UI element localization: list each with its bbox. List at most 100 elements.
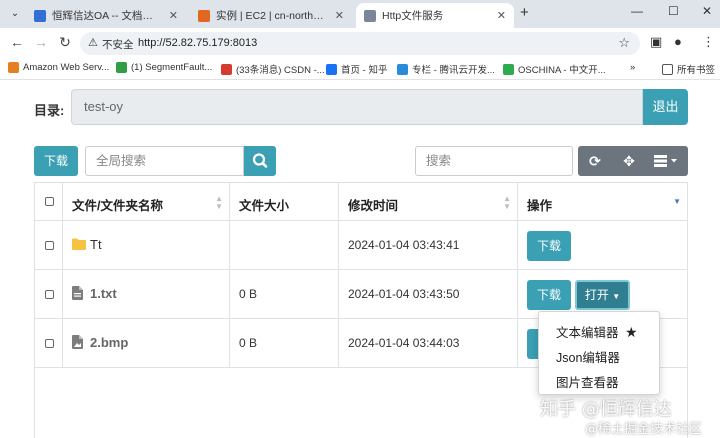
dropdown-item-json-editor[interactable]: Json编辑器	[556, 347, 620, 366]
mtime-cell: 2024-01-04 03:43:50	[339, 270, 518, 318]
tab-close-icon[interactable]: ✕	[169, 9, 178, 22]
actions-cell: 下载	[518, 221, 687, 269]
header-size[interactable]: 文件大小	[230, 183, 339, 220]
forward-icon[interactable]: →	[32, 34, 50, 50]
columns-icon	[654, 155, 677, 167]
table-empty-area	[35, 368, 36, 438]
all-bookmarks[interactable]: 所有书签	[662, 62, 715, 76]
dropdown-item-label: 文本编辑器	[556, 326, 619, 340]
header-name[interactable]: 文件/文件夹名称 ▲ ▼	[63, 183, 230, 220]
bookmark-label: (33条消息) CSDN -...	[236, 65, 325, 76]
global-search-button[interactable]	[244, 146, 276, 176]
folder-icon	[662, 63, 673, 75]
zhihu-icon	[326, 63, 337, 75]
table-row[interactable]: Tt 2024-01-04 03:43:41 下载	[35, 221, 687, 270]
bookmark-zhihu[interactable]: 首页 - 知乎	[326, 62, 387, 76]
back-icon[interactable]: ←	[8, 34, 26, 50]
mtime-cell: 2024-01-04 03:44:03	[339, 319, 518, 367]
table-toolbar-group: ⟳ ✥	[578, 146, 688, 176]
tab-close-icon[interactable]: ✕	[335, 9, 344, 22]
folder-name[interactable]: Tt	[90, 237, 102, 252]
name-cell: Tt	[63, 221, 230, 269]
row-checkbox[interactable]	[45, 290, 54, 299]
tab-close-icon[interactable]: ✕	[497, 9, 506, 22]
aws-icon	[8, 62, 19, 73]
size-cell	[230, 221, 339, 269]
open-dropdown-menu: 文本编辑器 ★ Json编辑器 图片查看器	[538, 311, 660, 395]
caret-down-icon: ▼	[612, 292, 621, 301]
logout-button[interactable]: 退出	[643, 89, 688, 125]
bookmark-label: 专栏 - 腾讯云开发...	[412, 65, 495, 76]
tencent-cloud-icon	[397, 63, 408, 75]
fullscreen-move-icon[interactable]: ✥	[612, 146, 646, 176]
url-text[interactable]: http://52.82.75.179:8013	[138, 37, 257, 49]
file-size: 0 B	[239, 336, 258, 350]
header-actions[interactable]: 操作 ▼	[518, 183, 687, 220]
sidebar-icon[interactable]: ▣	[650, 34, 662, 50]
close-window-icon[interactable]: ✕	[702, 4, 712, 18]
insecure-label[interactable]: 不安全	[102, 37, 134, 52]
bookmark-segmentfault[interactable]: (1) SegmentFault...	[116, 62, 212, 73]
profile-icon[interactable]: ●	[674, 34, 682, 49]
tab-title: Http文件服务	[382, 10, 444, 22]
bookmark-label: 所有书签	[677, 65, 716, 76]
dir-input[interactable]: test-oy	[71, 89, 643, 125]
row-select-cell	[35, 221, 63, 269]
bookmark-aws[interactable]: Amazon Web Serv...	[8, 62, 109, 73]
oschina-icon	[503, 63, 514, 75]
bookmarks-bar: Amazon Web Serv... (1) SegmentFault... (…	[0, 58, 720, 80]
csdn-icon	[221, 63, 232, 75]
select-all-checkbox[interactable]	[45, 197, 54, 206]
bookmark-label: 首页 - 知乎	[341, 65, 388, 76]
file-name[interactable]: 1.txt	[90, 286, 117, 301]
maximize-icon[interactable]: ☐	[668, 4, 679, 18]
new-tab-icon[interactable]: +	[520, 4, 529, 21]
size-cell: 0 B	[230, 270, 339, 318]
modified-time: 2024-01-04 03:43:41	[348, 238, 460, 252]
browser-tab-ec2[interactable]: 实例 | EC2 | cn-northwest-1 ✕	[190, 3, 352, 28]
browser-tab-http[interactable]: Http文件服务 ✕	[356, 3, 514, 28]
tab-title: 恒辉信达OA -- 文档管理	[52, 10, 163, 22]
folder-icon	[72, 238, 86, 250]
dropdown-item-text-editor[interactable]: 文本编辑器 ★	[556, 322, 638, 341]
bookmarks-more[interactable]: »	[630, 62, 635, 73]
file-name[interactable]: 2.bmp	[90, 335, 128, 350]
file-text-icon	[72, 286, 83, 300]
menu-icon[interactable]: ⋮	[702, 34, 715, 50]
row-checkbox[interactable]	[45, 339, 54, 348]
bookmark-tencent[interactable]: 专栏 - 腾讯云开发...	[397, 62, 495, 76]
columns-toggle-button[interactable]	[646, 146, 688, 176]
bookmark-oschina[interactable]: OSCHINA - 中文开...	[503, 62, 606, 76]
address-bar[interactable]: ⚠ 不安全 http://52.82.75.179:8013 ☆	[80, 32, 640, 55]
dir-label: 目录:	[34, 103, 65, 118]
refresh-icon[interactable]: ⟳	[578, 146, 612, 176]
row-download-button[interactable]: 下载	[527, 231, 571, 261]
modified-time: 2024-01-04 03:43:50	[348, 287, 460, 301]
open-dropdown-button[interactable]: 打开 ▼	[575, 280, 630, 310]
global-search-input[interactable]: 全局搜索	[85, 146, 244, 176]
bookmark-label: OSCHINA - 中文开...	[518, 65, 606, 76]
tab-favicon	[364, 9, 376, 22]
header-mtime-label: 修改时间	[348, 199, 399, 213]
browser-tab-oa[interactable]: 恒辉信达OA -- 文档管理 ✕	[26, 3, 186, 28]
header-mtime[interactable]: 修改时间 ▲ ▼	[339, 183, 518, 220]
table-header-row: 文件/文件夹名称 ▲ ▼ 文件大小 修改时间 ▲ ▼ 操作 ▼	[35, 183, 687, 221]
tab-favicon	[198, 9, 210, 22]
modified-time: 2024-01-04 03:44:03	[348, 336, 460, 350]
sort-icon: ▲ ▼	[503, 194, 511, 211]
sort-icon: ▲ ▼	[215, 194, 223, 211]
bookmark-csdn[interactable]: (33条消息) CSDN -...	[221, 62, 325, 76]
bookmark-star-icon[interactable]: ☆	[618, 35, 630, 51]
table-search-input[interactable]: 搜索	[415, 146, 573, 176]
page-content: 目录: test-oy 退出 下载 全局搜索 搜索 ⟳ ✥ 文件/文件夹名称 ▲…	[0, 81, 720, 438]
dropdown-item-image-viewer[interactable]: 图片查看器	[556, 372, 619, 391]
download-button[interactable]: 下载	[34, 146, 78, 176]
row-checkbox[interactable]	[45, 241, 54, 250]
row-download-button[interactable]: 下载	[527, 280, 571, 310]
warning-icon[interactable]: ⚠	[88, 36, 98, 49]
watermark-juejin: @稀土掘金技术社区	[585, 422, 703, 437]
minimize-icon[interactable]: —	[631, 4, 643, 18]
browser-tab-bar: ⌄ 恒辉信达OA -- 文档管理 ✕ 实例 | EC2 | cn-northwe…	[0, 0, 720, 28]
tab-search-icon[interactable]: ⌄	[6, 5, 24, 23]
reload-icon[interactable]: ↻	[56, 34, 74, 51]
